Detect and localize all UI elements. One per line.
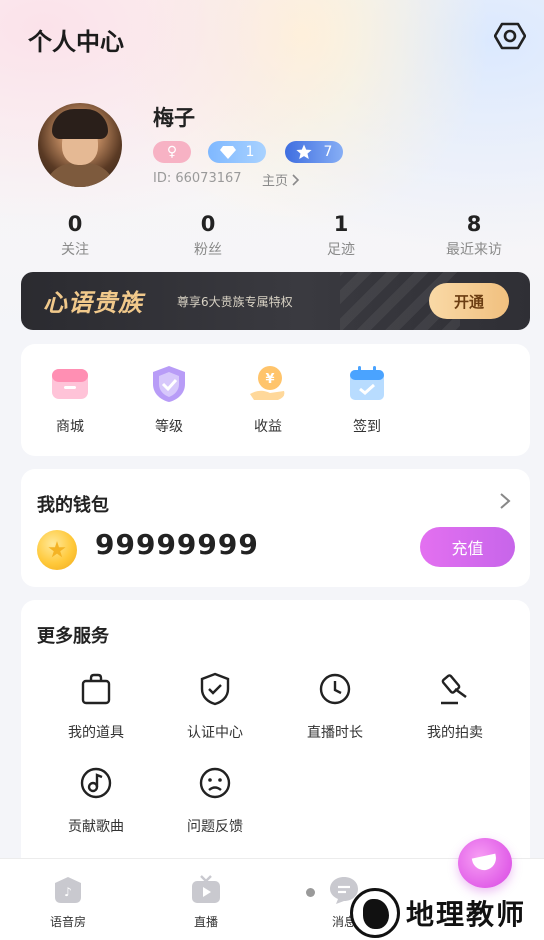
female-icon: ♀ [166,144,178,160]
stat-label: 足迹 [327,242,355,258]
service-item-live-duration[interactable]: 直播时长 [280,672,390,742]
stat-value: 1 [333,212,349,236]
floating-create-button[interactable] [458,838,512,888]
service-label: 问题反馈 [187,819,243,835]
shop-icon [50,364,90,404]
bag-icon [81,673,111,705]
watermark: 地理教师 [350,886,544,940]
tv-icon [192,875,220,903]
star-level-badge: 7 [285,141,343,163]
quick-item-label: 商城 [56,419,84,435]
stat-label: 关注 [61,242,89,258]
stat-recent-visitors[interactable]: 8 最近来访 [414,212,534,259]
wallet-title: 我的钱包 [37,495,109,516]
quick-item-label: 等级 [155,419,183,435]
stat-following[interactable]: 0 关注 [15,212,135,259]
stat-label: 粉丝 [194,242,222,258]
chevron-right-icon [292,173,300,186]
user-id: ID: 66073167 [153,171,242,186]
service-item-auction[interactable]: 我的拍卖 [400,672,510,742]
stat-label: 最近来访 [446,242,502,258]
service-item-verify[interactable]: 认证中心 [160,672,270,742]
vip-description: 尊享6大贵族专属特权 [177,295,293,309]
settings-hex-icon[interactable] [493,20,527,52]
gender-badge: ♀ [153,141,191,163]
feedback-face-icon [199,767,231,799]
service-item-feedback[interactable]: 问题反馈 [160,766,270,836]
service-item-props[interactable]: 我的道具 [41,672,151,742]
clock-icon [319,673,351,705]
tab-live[interactable]: 直播 [166,875,246,930]
quick-item-label: 收益 [254,419,282,435]
service-label: 认证中心 [187,725,243,741]
services-title: 更多服务 [37,626,109,647]
svg-text:¥: ¥ [265,372,274,387]
svg-text:♪: ♪ [64,885,72,899]
user-name: 梅子 [153,106,195,130]
vip-banner[interactable]: 心语贵族 尊享6大贵族专属特权 开通 [21,272,530,330]
gavel-icon [441,674,467,705]
wallet-card[interactable]: 我的钱包 99999999 充值 [21,469,530,587]
page-title: 个人中心 [28,28,124,56]
stat-fans[interactable]: 0 粉丝 [148,212,268,259]
stat-footprints[interactable]: 1 足迹 [281,212,401,259]
diamond-icon [219,146,236,159]
more-services-card: 更多服务 我的道具 认证中心 直播时长 我的拍卖 贡献歌曲 问题反馈 [21,600,530,880]
checkin-calendar-icon [347,364,387,404]
level-shield-icon [149,364,189,404]
service-label: 我的道具 [68,725,124,741]
service-item-songs[interactable]: 贡献歌曲 [41,766,151,836]
service-label: 我的拍卖 [427,725,483,741]
wallet-balance: 99999999 [95,528,259,561]
vip-open-button[interactable]: 开通 [429,283,509,319]
tab-label: 语音房 [49,915,86,929]
watermark-text: 地理教师 [406,898,527,931]
home-link-label: 主页 [262,174,289,189]
tab-label: 直播 [193,915,218,929]
stat-value: 0 [200,212,216,236]
avatar[interactable] [38,103,122,187]
music-disc-icon [80,767,112,799]
tab-voice-room[interactable]: ♪ 语音房 [28,875,108,930]
coin-icon [37,530,77,570]
service-label: 贡献歌曲 [68,819,124,835]
quick-item-checkin[interactable]: 签到 [327,364,407,436]
quick-item-label: 签到 [353,419,381,435]
quick-item-shop[interactable]: 商城 [30,364,110,436]
income-coin-icon: ¥ [248,364,288,404]
quick-item-level[interactable]: 等级 [129,364,209,436]
star-icon [295,144,312,159]
service-label: 直播时长 [307,725,363,741]
page-indicator-dot [306,888,315,897]
watermark-globe-logo [350,888,400,938]
chevron-right-icon[interactable] [495,491,515,511]
verified-shield-icon [200,672,230,706]
diamond-level-badge: 1 [208,141,266,163]
quick-actions-card: 商城 等级 ¥ 收益 签到 [21,344,530,456]
star-level-value: 7 [323,144,333,160]
recharge-button[interactable]: 充值 [420,527,515,567]
quick-item-income[interactable]: ¥ 收益 [228,364,308,436]
diamond-level-value: 1 [245,144,255,160]
voice-room-icon: ♪ [55,877,81,903]
stat-value: 8 [466,212,482,236]
home-link[interactable]: 主页 [262,170,300,189]
vip-title: 心语贵族 [43,289,143,317]
stat-value: 0 [67,212,83,236]
